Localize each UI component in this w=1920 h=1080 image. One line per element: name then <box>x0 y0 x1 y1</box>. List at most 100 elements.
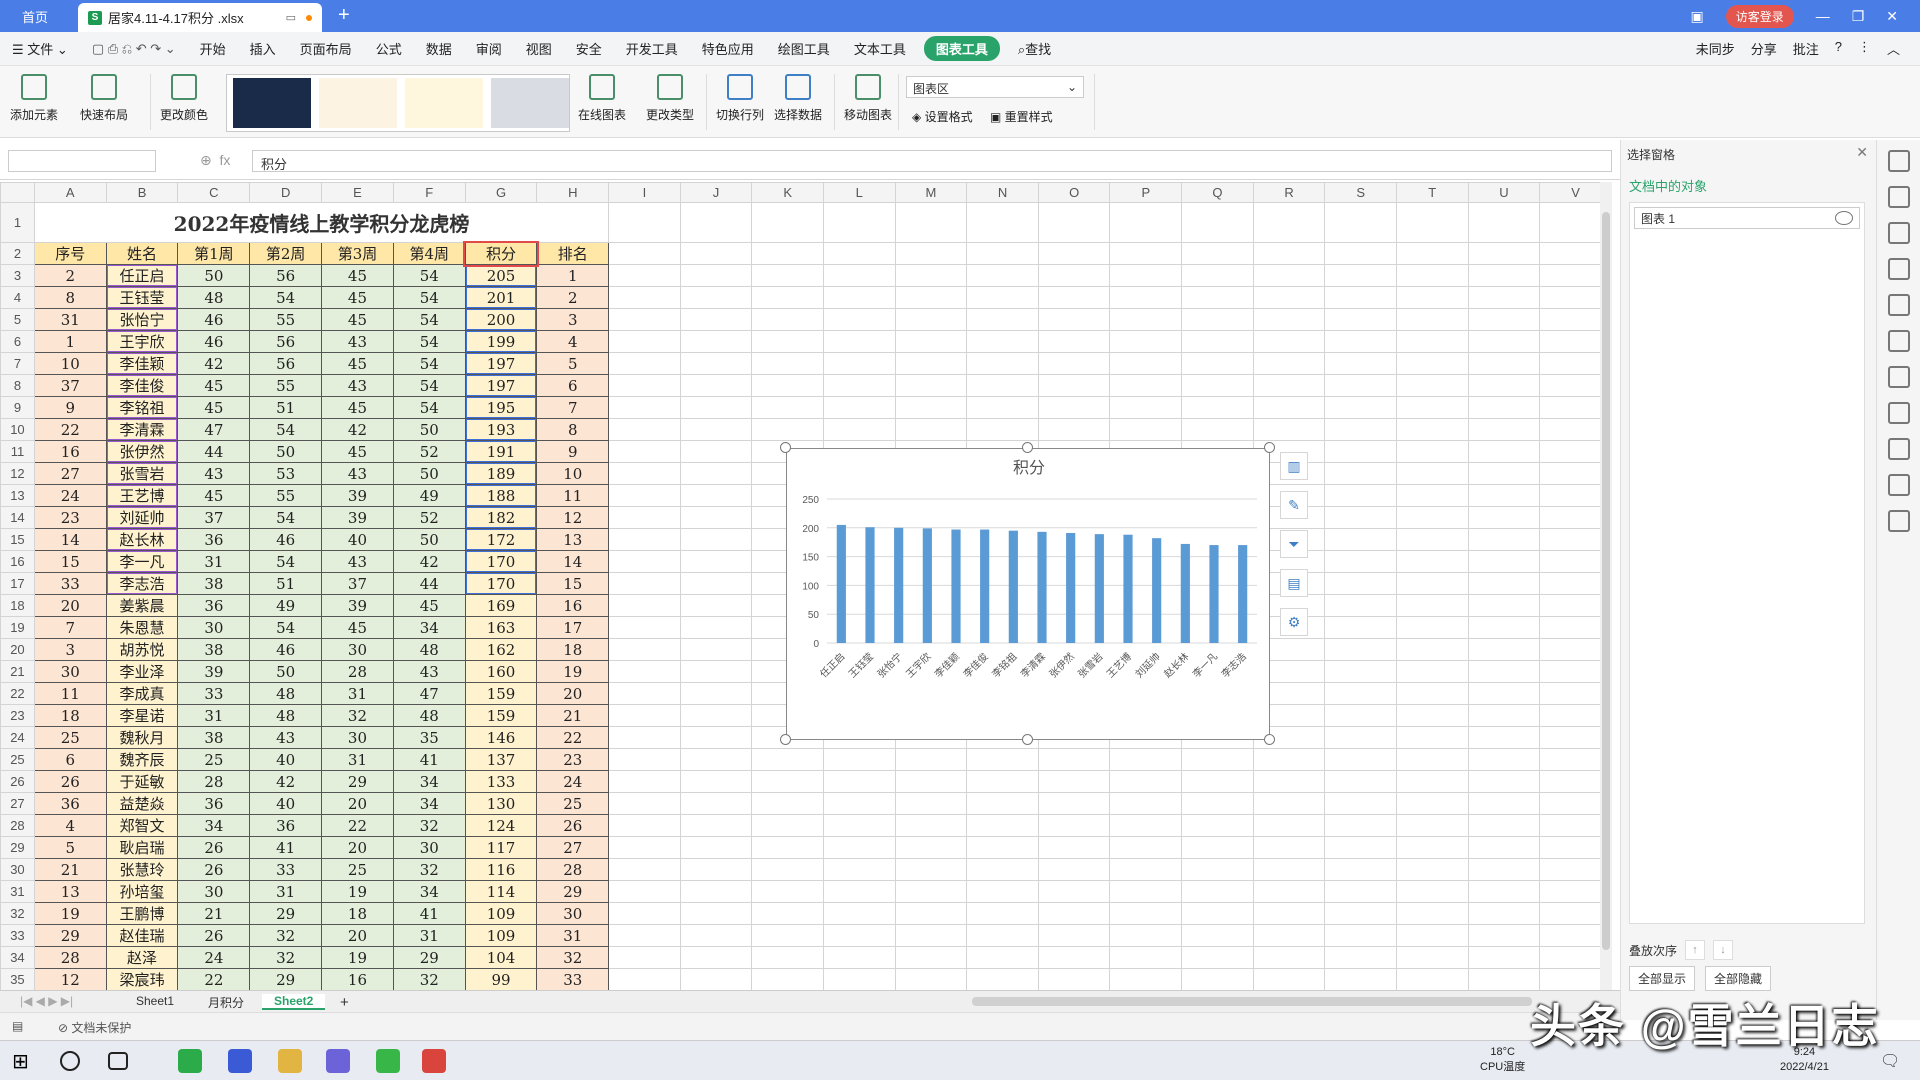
cell[interactable] <box>1181 352 1254 375</box>
cell[interactable]: 8 <box>536 418 610 441</box>
cell[interactable] <box>608 594 681 617</box>
cell[interactable] <box>608 814 681 837</box>
cell[interactable]: 31 <box>177 704 251 727</box>
cell[interactable] <box>1395 858 1469 881</box>
cell[interactable]: 48 <box>177 286 251 309</box>
cell[interactable]: 29 <box>536 880 610 903</box>
cell[interactable]: 44 <box>177 440 251 463</box>
cell[interactable]: 53 <box>249 462 323 485</box>
row-header[interactable]: 22 <box>0 682 35 705</box>
cell[interactable] <box>894 748 968 771</box>
row-header[interactable]: 20 <box>0 638 35 661</box>
cell[interactable] <box>966 792 1039 815</box>
cell[interactable]: 26 <box>177 836 251 859</box>
cell[interactable] <box>822 418 896 441</box>
cell[interactable] <box>1109 968 1183 990</box>
close-button[interactable]: ✕ <box>1886 8 1898 25</box>
cell[interactable]: 12 <box>33 968 107 990</box>
cursor-icon[interactable] <box>1887 150 1910 172</box>
quick-access-icons[interactable]: ▢ ⎙ ⎌ ↶ ↷ ⌄ <box>80 41 188 57</box>
cell[interactable]: 刘延帅 <box>105 506 179 529</box>
comment-button[interactable]: 批注 <box>1793 39 1819 58</box>
cell[interactable] <box>608 396 681 419</box>
cell[interactable] <box>1037 418 1111 441</box>
row-header[interactable]: 6 <box>0 330 35 353</box>
cell[interactable]: 133 <box>464 770 538 793</box>
cell[interactable]: 39 <box>177 660 251 683</box>
cell[interactable]: 21 <box>33 858 107 881</box>
cell[interactable]: 34 <box>392 616 466 639</box>
cell[interactable]: 24 <box>33 484 107 507</box>
cell[interactable] <box>1395 506 1469 529</box>
row-header[interactable]: 28 <box>0 814 35 837</box>
cell[interactable] <box>1252 770 1326 793</box>
cell[interactable] <box>1109 814 1183 837</box>
menu-insert[interactable]: 插入 <box>238 39 288 58</box>
weather-widget[interactable]: 18°C CPU温度 <box>1480 1045 1525 1075</box>
cell[interactable] <box>751 880 824 903</box>
cell[interactable] <box>1324 814 1397 837</box>
cell[interactable] <box>1181 814 1254 837</box>
cell[interactable] <box>1109 836 1183 859</box>
cell[interactable] <box>1037 202 1111 243</box>
menu-text-tools[interactable]: 文本工具 <box>842 39 918 58</box>
cell[interactable]: 205 <box>464 264 538 287</box>
row-header[interactable]: 11 <box>0 440 35 463</box>
cell[interactable] <box>1467 352 1541 375</box>
cell[interactable]: 54 <box>392 352 466 375</box>
cell[interactable]: 48 <box>392 704 466 727</box>
cell[interactable] <box>1324 462 1397 485</box>
cell[interactable] <box>966 770 1039 793</box>
cell[interactable]: 51 <box>249 572 323 595</box>
cell[interactable] <box>679 880 753 903</box>
cell[interactable] <box>608 202 681 243</box>
cell[interactable]: 146 <box>464 726 538 749</box>
cell[interactable]: 10 <box>536 462 610 485</box>
cell[interactable] <box>894 770 968 793</box>
row-header[interactable]: 23 <box>0 704 35 727</box>
cell[interactable] <box>608 946 681 969</box>
cell[interactable]: 15 <box>536 572 610 595</box>
cell[interactable] <box>1109 858 1183 881</box>
cell[interactable]: 30 <box>321 638 394 661</box>
cell[interactable] <box>1395 638 1469 661</box>
cell[interactable]: 31 <box>392 924 466 947</box>
cell[interactable] <box>751 330 824 353</box>
cell[interactable]: 24 <box>177 946 251 969</box>
cell[interactable]: 45 <box>177 374 251 397</box>
row-header[interactable]: 27 <box>0 792 35 815</box>
cell[interactable] <box>1324 352 1397 375</box>
cell[interactable] <box>1467 726 1541 749</box>
cell[interactable] <box>751 770 824 793</box>
column-header[interactable]: C <box>177 182 251 203</box>
cell[interactable] <box>679 726 753 749</box>
cell[interactable]: 50 <box>249 440 323 463</box>
cell[interactable]: 28 <box>321 660 394 683</box>
cell[interactable]: 24 <box>536 770 610 793</box>
cell[interactable]: 45 <box>177 484 251 507</box>
cell[interactable]: 25 <box>177 748 251 771</box>
cell[interactable]: 22 <box>536 726 610 749</box>
cell[interactable] <box>1395 726 1469 749</box>
cell[interactable] <box>822 748 896 771</box>
cell[interactable]: 张怡宁 <box>105 308 179 331</box>
row-header[interactable]: 34 <box>0 946 35 969</box>
cell[interactable] <box>1037 264 1111 287</box>
cell[interactable]: 33 <box>249 858 323 881</box>
minimize-button[interactable]: — <box>1816 8 1830 24</box>
cell[interactable]: 31 <box>177 550 251 573</box>
cell[interactable]: 21 <box>177 902 251 925</box>
cell[interactable] <box>1181 202 1254 243</box>
sliders-icon[interactable] <box>1887 366 1910 388</box>
cell[interactable]: 张慧玲 <box>105 858 179 881</box>
cell[interactable]: 43 <box>177 462 251 485</box>
row-header[interactable]: 3 <box>0 264 35 287</box>
cell[interactable]: 22 <box>33 418 107 441</box>
cell[interactable]: 43 <box>392 660 466 683</box>
cell[interactable]: 赵长林 <box>105 528 179 551</box>
cell[interactable] <box>1181 374 1254 397</box>
share-button[interactable]: 分享 <box>1751 39 1777 58</box>
cell[interactable]: 54 <box>249 550 323 573</box>
cell[interactable]: 45 <box>321 308 394 331</box>
column-header[interactable]: S <box>1324 182 1397 203</box>
